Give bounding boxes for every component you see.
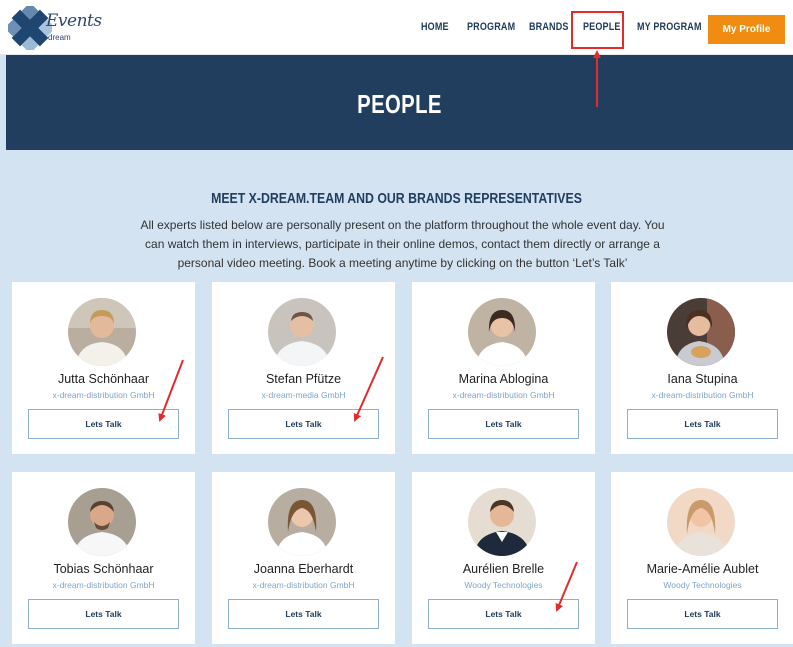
person-company: x-dream-media GmbH — [261, 390, 346, 400]
lets-talk-button[interactable]: Lets Talk — [627, 409, 778, 439]
person-name: Jutta Schönhaar — [57, 372, 150, 386]
avatar — [468, 298, 536, 366]
lets-talk-button[interactable]: Lets Talk — [627, 599, 778, 629]
avatar — [268, 298, 336, 366]
hero-banner: PEOPLE — [6, 55, 793, 150]
person-company: Woody Technologies — [663, 580, 742, 590]
person-name: Iana Stupina — [667, 372, 738, 386]
person-card: Tobias Schönhaar x-dream-distribution Gm… — [12, 472, 195, 644]
avatar — [268, 488, 336, 556]
lets-talk-button[interactable]: Lets Talk — [428, 409, 579, 439]
people-highlight-box — [571, 11, 624, 49]
section-description: All experts listed below are personally … — [140, 218, 665, 270]
logo-sub-text: dream — [48, 33, 71, 42]
events-logo[interactable]: Events dream — [8, 6, 102, 50]
person-card: Stefan Pfütze x-dream-media GmbH Lets Ta… — [212, 282, 395, 454]
person-company: x-dream-distribution GmbH — [52, 390, 155, 400]
nav-brands[interactable]: BRANDS — [529, 21, 569, 33]
avatar — [667, 488, 735, 556]
page-title: PEOPLE — [357, 89, 442, 119]
person-name: Marina Ablogina — [458, 372, 549, 386]
person-company: Woody Technologies — [464, 580, 543, 590]
person-name: Tobias Schönhaar — [53, 562, 154, 576]
lets-talk-button[interactable]: Lets Talk — [428, 599, 579, 629]
person-company: x-dream-distribution GmbH — [252, 580, 355, 590]
person-name: Stefan Pfütze — [265, 372, 342, 386]
person-card: Aurélien Brelle Woody Technologies Lets … — [412, 472, 595, 644]
person-company: x-dream-distribution GmbH — [452, 390, 555, 400]
avatar — [468, 488, 536, 556]
person-name: Marie-Amélie Aublet — [646, 562, 759, 576]
person-name: Aurélien Brelle — [462, 562, 545, 576]
avatar — [68, 298, 136, 366]
person-card: Marie-Amélie Aublet Woody Technologies L… — [611, 472, 793, 644]
nav-home[interactable]: HOME — [421, 21, 449, 33]
lets-talk-button[interactable]: Lets Talk — [28, 599, 179, 629]
person-card: Iana Stupina x-dream-distribution GmbH L… — [611, 282, 793, 454]
nav-program[interactable]: PROGRAM — [467, 21, 515, 33]
person-company: x-dream-distribution GmbH — [651, 390, 754, 400]
person-card: Joanna Eberhardt x-dream-distribution Gm… — [212, 472, 395, 644]
avatar — [667, 298, 735, 366]
my-profile-button[interactable]: My Profile — [708, 15, 785, 44]
person-company: x-dream-distribution GmbH — [52, 580, 155, 590]
site-header: Events dream HOME PROGRAM BRANDS PEOPLE … — [0, 0, 793, 55]
person-name: Joanna Eberhardt — [253, 562, 354, 576]
lets-talk-button[interactable]: Lets Talk — [228, 409, 379, 439]
lets-talk-button[interactable]: Lets Talk — [28, 409, 179, 439]
section-title: MEET X-DREAM.TEAM AND OUR BRANDS REPRESE… — [211, 190, 582, 207]
nav-my-program[interactable]: MY PROGRAM — [637, 21, 702, 33]
lets-talk-button[interactable]: Lets Talk — [228, 599, 379, 629]
avatar — [68, 488, 136, 556]
person-card: Marina Ablogina x-dream-distribution Gmb… — [412, 282, 595, 454]
logo-script-text: Events — [46, 11, 102, 31]
person-card: Jutta Schönhaar x-dream-distribution Gmb… — [12, 282, 195, 454]
